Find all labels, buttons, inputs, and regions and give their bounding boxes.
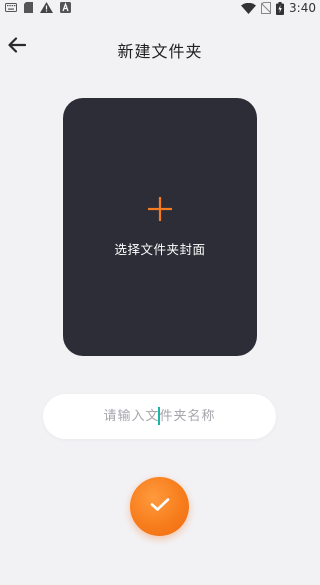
no-sim-icon	[261, 2, 272, 14]
choose-cover-card[interactable]: 选择文件夹封面	[63, 98, 257, 356]
confirm-button[interactable]	[130, 477, 189, 536]
status-time: 3:40	[289, 1, 316, 15]
status-bar: 3:40	[0, 0, 320, 16]
choose-cover-label: 选择文件夹封面	[114, 242, 206, 257]
wifi-icon	[241, 2, 257, 14]
battery-charging-icon	[276, 1, 285, 15]
font-icon	[60, 2, 71, 13]
keyboard-icon	[5, 3, 17, 12]
plus-icon	[148, 197, 172, 221]
header: 新建文件夹	[0, 30, 320, 66]
text-cursor	[158, 407, 160, 425]
checkmark-icon	[150, 497, 170, 516]
status-bar-right: 3:40	[241, 0, 316, 16]
warning-icon	[40, 2, 53, 13]
status-bar-left	[5, 2, 71, 13]
new-folder-screen: 3:40 新建文件夹 选择文件夹封面	[0, 0, 320, 585]
sd-card-icon	[24, 2, 33, 13]
page-title: 新建文件夹	[117, 42, 203, 61]
